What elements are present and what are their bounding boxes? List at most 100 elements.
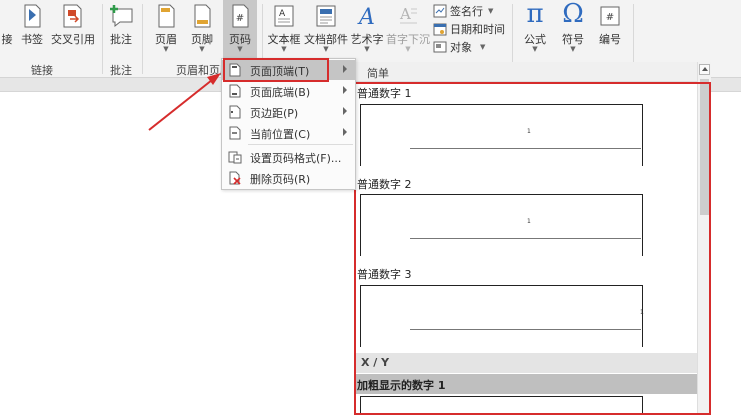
numbering-button[interactable]: # 编号 — [593, 0, 627, 62]
menu-item-bottom-of-page[interactable]: 页面底端(B) — [222, 81, 355, 101]
gallery-item-plain-3[interactable]: 1 — [360, 285, 644, 347]
page-number-icon: # — [232, 4, 249, 28]
page-number-preview: 1 — [527, 218, 531, 225]
quick-parts-icon — [316, 5, 336, 27]
pi-icon: π — [526, 0, 544, 29]
svg-text:A: A — [357, 5, 375, 28]
group-separator — [102, 4, 103, 74]
cross-reference-icon — [63, 4, 82, 28]
drop-cap-button[interactable]: A 首字下沉 ▼ — [386, 0, 430, 62]
comment-button[interactable]: 批注 — [106, 0, 136, 62]
object-button[interactable]: 对象 ▼ — [433, 38, 485, 56]
scroll-thumb[interactable] — [700, 79, 709, 215]
page-margin-icon — [229, 105, 241, 119]
footer-button[interactable]: 页脚 ▼ — [187, 0, 217, 62]
group-label-links: 链接 — [31, 64, 53, 77]
comment-label: 批注 — [110, 33, 132, 46]
page-top-gallery: 简单 普通数字 1 1 普通数字 2 1 普通数字 3 1 X / Y 加粗显示… — [354, 62, 711, 415]
menu-item-top-of-page[interactable]: 页面顶端(T) — [222, 60, 355, 80]
menu-item-label: 设置页码格式(F)... — [250, 152, 342, 165]
header-dropdown-icon: ▼ — [163, 45, 169, 53]
menu-item-label: 删除页码(R) — [250, 173, 311, 186]
textbox-dropdown-icon: ▼ — [281, 45, 287, 53]
quick-parts-button[interactable]: 文档部件 ▼ — [304, 0, 348, 62]
menu-item-label: 当前位置(C) — [250, 128, 311, 141]
menu-separator — [248, 144, 353, 145]
menu-item-label: 页面顶端(T) — [250, 65, 310, 78]
svg-text:#: # — [236, 13, 244, 24]
cross-ref-partial-label: 接 — [1, 33, 13, 46]
gallery-scrollbar[interactable] — [697, 62, 711, 415]
svg-text:A: A — [399, 5, 411, 23]
current-position-icon — [229, 126, 241, 140]
gallery-item-label: 普通数字 1 — [357, 87, 412, 100]
drop-cap-icon: A — [399, 5, 417, 24]
datetime-button[interactable]: 日期和时间 — [433, 20, 505, 38]
page-number-dropdown-icon: ▼ — [237, 45, 243, 53]
page-top-icon — [229, 63, 241, 77]
menu-item-format-page-numbers[interactable]: 设置页码格式(F)... — [222, 147, 355, 167]
signature-line-icon — [433, 4, 447, 18]
symbol-dropdown-icon: ▼ — [570, 45, 576, 53]
drop-cap-dropdown-icon: ▼ — [405, 45, 411, 53]
object-icon — [433, 41, 447, 53]
gallery-category-label: X / Y — [361, 356, 390, 369]
submenu-arrow-icon — [343, 65, 347, 73]
header-line — [410, 329, 641, 330]
menu-item-label: 页面底端(B) — [250, 86, 311, 99]
gallery-item-bold-1[interactable] — [360, 396, 643, 415]
page-number-button[interactable]: # 页码 ▼ — [223, 0, 257, 62]
signature-line-label: 签名行 — [450, 5, 483, 18]
header-button[interactable]: 页眉 ▼ — [151, 0, 181, 62]
menu-item-current-position[interactable]: 当前位置(C) — [222, 123, 355, 143]
submenu-arrow-icon — [343, 86, 347, 94]
cross-reference-button[interactable]: 交叉引用 — [51, 0, 95, 62]
svg-text:A: A — [279, 9, 286, 19]
gallery-header-label: 简单 — [367, 67, 389, 80]
footer-icon — [194, 4, 211, 28]
header-line — [410, 148, 641, 149]
equation-button[interactable]: π 公式 ▼ — [518, 0, 552, 62]
wordart-dropdown-icon: ▼ — [364, 45, 370, 53]
signature-line-button[interactable]: 签名行 ▼ — [433, 2, 493, 20]
symbol-button[interactable]: Ω 符号 ▼ — [556, 0, 590, 62]
gallery-item-plain-2[interactable]: 1 — [360, 194, 643, 256]
bookmark-label: 书签 — [21, 33, 43, 46]
menu-item-page-margins[interactable]: 页边距(P) — [222, 102, 355, 122]
submenu-arrow-icon — [343, 107, 347, 115]
remove-page-number-icon — [229, 171, 241, 185]
signature-line-dropdown-icon: ▼ — [488, 7, 494, 15]
bookmark-button[interactable]: 书签 — [17, 0, 47, 62]
calendar-icon — [433, 23, 447, 36]
group-label-comments: 批注 — [110, 64, 132, 77]
textbox-icon: A — [274, 5, 294, 27]
header-line — [410, 238, 641, 239]
new-comment-icon — [110, 5, 133, 28]
submenu-arrow-icon — [343, 128, 347, 136]
menu-item-remove-page-numbers[interactable]: 删除页码(R) — [222, 168, 355, 188]
wordart-icon: A — [357, 5, 375, 28]
gallery-item-label: 普通数字 3 — [357, 268, 412, 281]
gallery-item-label: 加粗显示的数字 1 — [357, 379, 446, 392]
gallery-item-label: 普通数字 2 — [357, 178, 412, 191]
scroll-up-icon[interactable] — [699, 64, 710, 75]
header-icon — [158, 4, 175, 28]
svg-text:#: # — [606, 12, 614, 23]
page-number-menu: 页面顶端(T) 页面底端(B) 页边距(P) 当前位置(C) 设置页码格式(F)… — [221, 58, 356, 190]
cross-ref-partial-button[interactable]: 接 — [0, 0, 14, 62]
bookmark-icon — [24, 4, 41, 28]
numbering-icon: # — [600, 6, 620, 26]
page-bottom-icon — [229, 84, 241, 98]
datetime-label: 日期和时间 — [450, 23, 505, 36]
textbox-button[interactable]: A 文本框 ▼ — [266, 0, 302, 62]
footer-dropdown-icon: ▼ — [199, 45, 205, 53]
gallery-item-bold-1-header[interactable]: 加粗显示的数字 1 — [355, 374, 698, 394]
menu-item-label: 页边距(P) — [250, 107, 299, 120]
gallery-header: 简单 — [355, 62, 698, 82]
wordart-button[interactable]: A 艺术字 ▼ — [350, 0, 384, 62]
omega-icon: Ω — [562, 0, 584, 29]
gallery-item-plain-1[interactable]: 1 — [360, 104, 643, 166]
object-dropdown-icon: ▼ — [480, 43, 486, 51]
cross-reference-label: 交叉引用 — [51, 33, 95, 46]
equation-dropdown-icon: ▼ — [532, 45, 538, 53]
